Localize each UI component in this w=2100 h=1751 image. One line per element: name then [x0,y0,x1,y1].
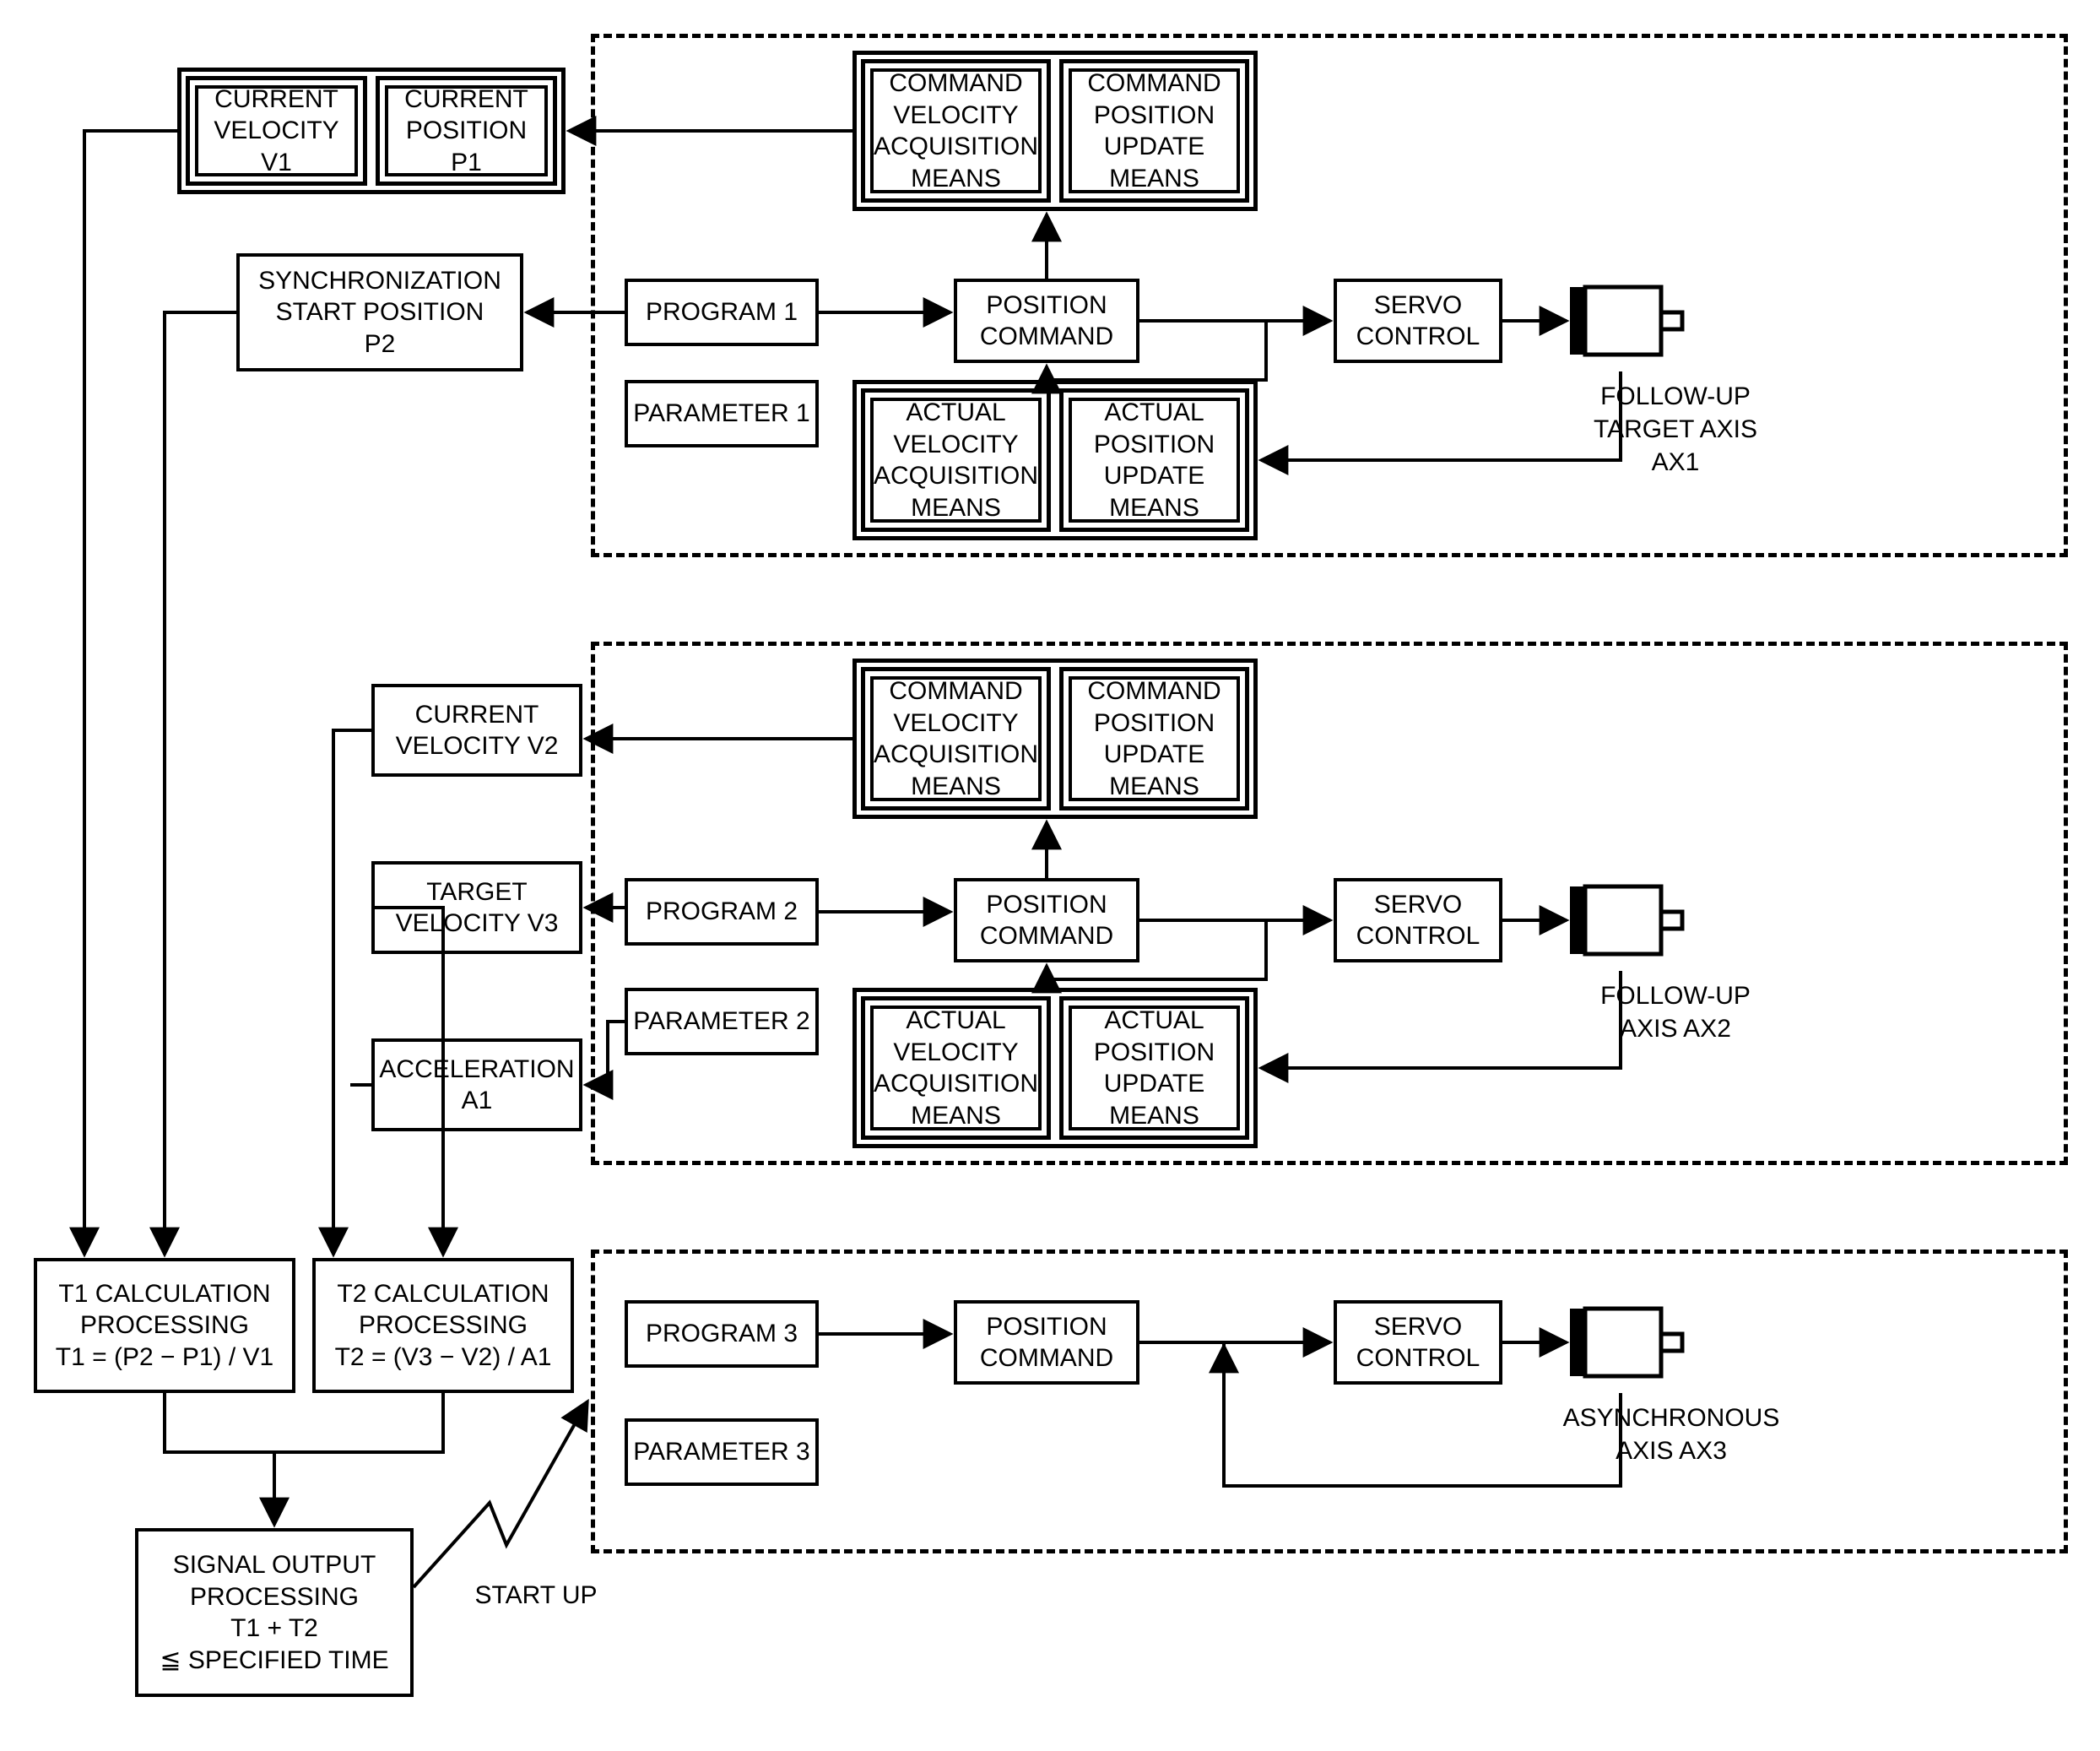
servo-control-1: SERVOCONTROL [1334,279,1502,363]
program-1: PROGRAM 1 [625,279,819,346]
t1-calc: T1 CALCULATIONPROCESSINGT1 = (P2 − P1) /… [34,1258,295,1393]
parameter-2: PARAMETER 2 [625,988,819,1055]
diagram-canvas: COMMANDVELOCITYACQUISITIONMEANS COMMANDP… [0,0,2100,1751]
t2-calc: T2 CALCULATIONPROCESSINGT2 = (V3 − V2) /… [312,1258,574,1393]
motor-icon-2 [1561,870,1688,971]
sync-start-p2: SYNCHRONIZATIONSTART POSITIONP2 [236,253,523,371]
parameter-3: PARAMETER 3 [625,1418,819,1486]
g1-cmd-pos-upd: COMMANDPOSITIONUPDATEMEANS [1059,59,1249,203]
g2-cmd-vel-acq: COMMANDVELOCITYACQUISITIONMEANS [861,667,1051,810]
startup-label: START UP [456,1579,616,1612]
position-command-2: POSITIONCOMMAND [954,878,1139,962]
g1-cur-pos-p1: CURRENTPOSITION P1 [376,76,557,186]
target-vel-v3: TARGETVELOCITY V3 [371,861,582,954]
servo-control-3: SERVOCONTROL [1334,1300,1502,1385]
program-2: PROGRAM 2 [625,878,819,946]
program-3: PROGRAM 3 [625,1300,819,1368]
position-command-1: POSITIONCOMMAND [954,279,1139,363]
g1-cmd-vel-acq: COMMANDVELOCITYACQUISITIONMEANS [861,59,1051,203]
position-command-3: POSITIONCOMMAND [954,1300,1139,1385]
axis2-label: FOLLOW-UPAXIS AX2 [1561,979,1789,1045]
cur-vel-v2: CURRENTVELOCITY V2 [371,684,582,777]
signal-output: SIGNAL OUTPUTPROCESSINGT1 + T2≦ SPECIFIE… [135,1528,414,1697]
g2-cmd-pos-upd: COMMANDPOSITIONUPDATEMEANS [1059,667,1249,810]
g1-act-pos-upd: ACTUALPOSITIONUPDATEMEANS [1059,388,1249,532]
servo-control-2: SERVOCONTROL [1334,878,1502,962]
g1-cur-vel-v1: CURRENTVELOCITY V1 [186,76,367,186]
axis3-label: ASYNCHRONOUSAXIS AX3 [1545,1401,1798,1467]
motor-icon-3 [1561,1292,1688,1393]
g2-act-vel-acq: ACTUALVELOCITYACQUISITIONMEANS [861,996,1051,1140]
parameter-1: PARAMETER 1 [625,380,819,447]
group-ax3 [591,1250,2068,1553]
motor-icon-1 [1561,270,1688,371]
g1-act-vel-acq: ACTUALVELOCITYACQUISITIONMEANS [861,388,1051,532]
g2-act-pos-upd: ACTUALPOSITIONUPDATEMEANS [1059,996,1249,1140]
accel-a1: ACCELERATIONA1 [371,1038,582,1131]
axis1-label: FOLLOW-UPTARGET AXISAX1 [1561,380,1789,479]
